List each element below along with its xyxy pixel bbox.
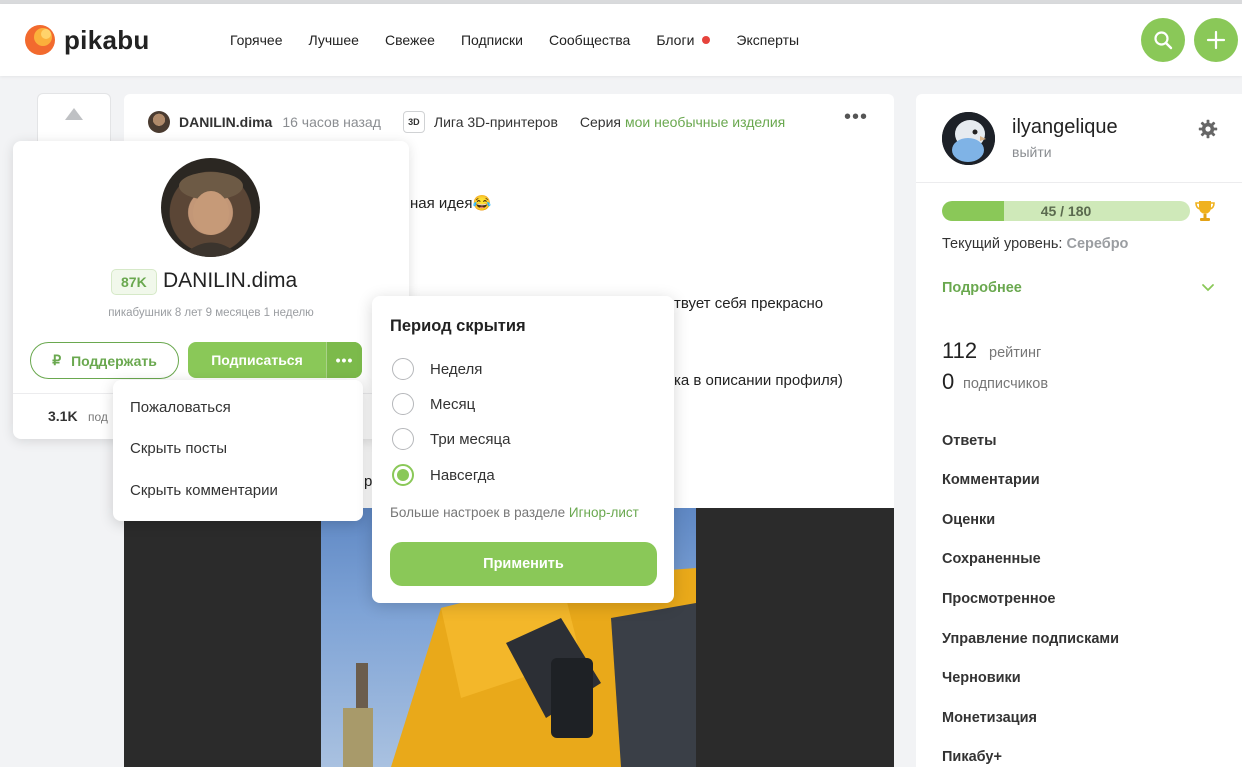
nav-communities[interactable]: Сообщества: [549, 32, 630, 48]
radio-button[interactable]: [392, 393, 414, 415]
more-options-icon[interactable]: •••: [326, 342, 362, 378]
options-dropdown: Пожаловаться Скрыть посты Скрыть коммент…: [113, 380, 363, 521]
option-label: Навсегда: [430, 466, 495, 484]
nav-blogs[interactable]: Блоги: [656, 32, 711, 48]
level-label: Текущий уровень:: [942, 236, 1063, 252]
ruble-icon: ₽: [52, 352, 62, 368]
plus-icon: [1206, 30, 1226, 50]
profile-avatar[interactable]: [161, 158, 260, 257]
subscribe-group: Подписаться •••: [188, 342, 362, 378]
radio-button[interactable]: [392, 358, 414, 380]
popup-title: Период скрытия: [390, 317, 526, 335]
search-icon: [1154, 31, 1173, 50]
user-avatar[interactable]: [942, 112, 995, 165]
sidebar-item-ratings[interactable]: Оценки: [942, 512, 995, 528]
logo-text: pikabu: [64, 24, 150, 55]
option-week[interactable]: Неделя: [392, 358, 482, 380]
sidebar-item-comments[interactable]: Комментарии: [942, 472, 1040, 488]
sidebar-item-saved[interactable]: Сохраненные: [942, 551, 1041, 567]
menu-item-hide-comments[interactable]: Скрыть комментарии: [130, 482, 278, 499]
username[interactable]: ilyangelique: [1012, 116, 1118, 139]
sidebar-item-viewed[interactable]: Просмотренное: [942, 591, 1056, 607]
option-forever[interactable]: Навсегда: [392, 464, 495, 486]
series-link[interactable]: мои необычные изделия: [625, 114, 785, 130]
chevron-down-icon[interactable]: [1201, 280, 1215, 299]
subscribers-label: под: [88, 410, 108, 424]
level-value: Серебро: [1066, 236, 1129, 252]
gear-icon[interactable]: [1198, 119, 1218, 144]
radio-button[interactable]: [392, 428, 414, 450]
main-nav: Горячее Лучшее Свежее Подписки Сообществ…: [230, 32, 825, 48]
series-label: Серия: [579, 114, 621, 130]
nav-fresh[interactable]: Свежее: [385, 32, 435, 48]
settings-note: Больше настроек в разделе Игнор-лист: [390, 505, 639, 520]
nav-hot[interactable]: Горячее: [230, 32, 283, 48]
progress-text: 45 / 180: [1040, 203, 1092, 219]
sidebar-item-drafts[interactable]: Черновики: [942, 670, 1021, 686]
option-label: Неделя: [430, 360, 483, 378]
trophy-icon: [1195, 199, 1215, 228]
post-time: 16 часов назад: [282, 114, 381, 130]
nav-experts[interactable]: Эксперты: [736, 32, 799, 48]
notification-dot: [702, 36, 711, 44]
ignore-list-link[interactable]: Игнор-лист: [569, 505, 639, 520]
pikabu-logo-icon: [24, 24, 56, 56]
rating-badge: 87K: [111, 269, 157, 295]
rating-label: рейтинг: [989, 345, 1042, 361]
arrow-up-icon: [65, 108, 83, 120]
nav-blogs-label: Блоги: [656, 32, 695, 48]
option-label: Месяц: [430, 395, 476, 413]
option-three-months[interactable]: Три месяца: [392, 428, 510, 450]
user-sidebar: ilyangelique выйти 45 / 180 Текущий уров…: [916, 94, 1242, 767]
community-3d-icon[interactable]: 3D: [402, 111, 425, 133]
post-text-line: ная идея😂: [410, 195, 492, 212]
author-avatar[interactable]: [148, 111, 170, 133]
divider: [916, 182, 1242, 183]
option-month[interactable]: Месяц: [392, 393, 475, 415]
sidebar-item-answers[interactable]: Ответы: [942, 433, 996, 449]
subscribe-button[interactable]: Подписаться: [188, 342, 326, 378]
nav-best[interactable]: Лучшее: [309, 32, 359, 48]
current-level: Текущий уровень: Серебро: [942, 236, 1128, 252]
add-post-button[interactable]: [1194, 18, 1238, 62]
subscribers-number: 0: [942, 369, 955, 394]
logo[interactable]: pikabu: [24, 24, 150, 56]
community-link[interactable]: Лига 3D-принтеров: [434, 114, 558, 130]
sidebar-item-manage-subscriptions[interactable]: Управление подписками: [942, 631, 1119, 647]
post-text-line: твует себя прекрасно: [674, 295, 824, 312]
radio-button-selected[interactable]: [392, 464, 414, 486]
menu-item-hide-posts[interactable]: Скрыть посты: [130, 440, 227, 457]
subscribers-label: подписчиков: [963, 376, 1049, 392]
post-more-icon[interactable]: •••: [844, 107, 868, 127]
more-link[interactable]: Подробнее: [942, 280, 1022, 296]
level-progress-bar: 45 / 180: [942, 201, 1190, 221]
search-button[interactable]: [1141, 18, 1185, 62]
profile-subtitle: пикабушник 8 лет 9 месяцев 1 неделю: [108, 307, 314, 319]
menu-item-report[interactable]: Пожаловаться: [130, 399, 231, 416]
hide-period-popup: Период скрытия Неделя Месяц Три месяца Н…: [372, 296, 674, 603]
nav-subscriptions[interactable]: Подписки: [461, 32, 523, 48]
post-author[interactable]: DANILIN.dima: [179, 114, 272, 130]
note-text: Больше настроек в разделе: [390, 505, 566, 520]
rating-number: 112: [942, 338, 978, 363]
logout-link[interactable]: выйти: [1012, 144, 1052, 160]
support-button[interactable]: ₽ Поддержать: [30, 342, 179, 379]
post-header: DANILIN.dima 16 часов назад 3D Лига 3D-п…: [148, 111, 785, 133]
sidebar-item-monetization[interactable]: Монетизация: [942, 710, 1037, 726]
profile-name[interactable]: DANILIN.dima: [163, 269, 297, 293]
support-label: Поддержать: [71, 352, 157, 369]
sidebar-item-pikabu-plus[interactable]: Пикабу+: [942, 749, 1002, 765]
site-header: pikabu Горячее Лучшее Свежее Подписки Со…: [0, 4, 1242, 76]
subscribers-count: 3.1K: [48, 408, 78, 424]
option-label: Три месяца: [430, 430, 511, 448]
post-text-line: ка в описании профиля): [674, 372, 843, 389]
apply-button[interactable]: Применить: [390, 542, 657, 586]
